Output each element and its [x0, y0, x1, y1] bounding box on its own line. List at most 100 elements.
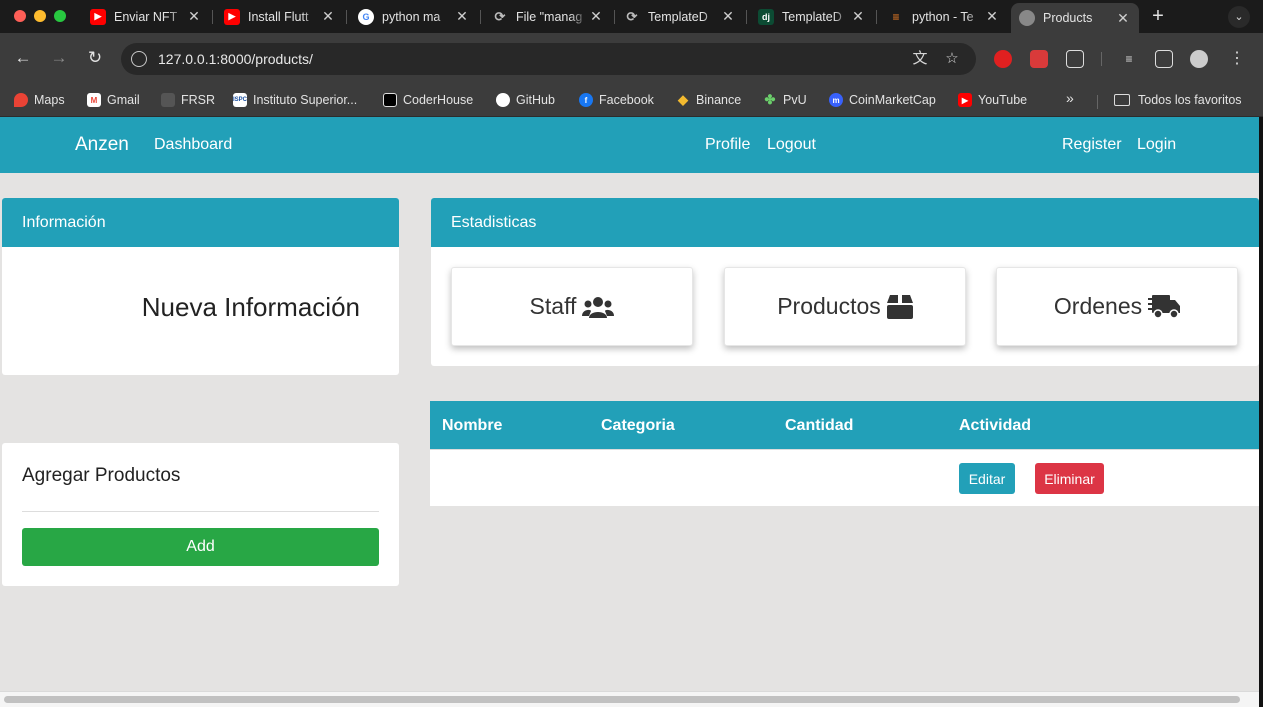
pvu-icon: ✤ — [764, 92, 776, 107]
browser-tab-strip: ▶ Enviar NFT ✕ ▶ Install Flutt ✕ G pytho… — [0, 0, 1263, 33]
stat-staff[interactable]: Staff — [451, 267, 693, 346]
browser-tab-active[interactable]: Products ✕ — [1011, 3, 1139, 33]
stats-card: Estadisticas Staff Productos Ordenes — [431, 198, 1259, 366]
site-navbar: Anzen Dashboard Profile Logout Register … — [0, 117, 1259, 173]
close-window-button[interactable] — [14, 10, 26, 22]
nav-profile[interactable]: Profile — [705, 136, 750, 154]
users-icon — [582, 296, 615, 318]
column-header-cantidad: Cantidad — [785, 417, 854, 434]
column-header-nombre: Nombre — [442, 417, 503, 434]
box-icon — [886, 294, 913, 319]
youtube-icon: ▶ — [958, 93, 972, 107]
binance-icon: ◆ — [678, 92, 688, 107]
divider — [22, 511, 379, 512]
bookmark-maps[interactable]: Maps — [14, 90, 65, 110]
coinmarketcap-icon: m — [829, 93, 843, 107]
nav-dashboard[interactable]: Dashboard — [154, 136, 232, 154]
column-header-actividad: Actividad — [959, 417, 1032, 434]
ispc-icon: ISPC — [233, 93, 247, 107]
add-product-button[interactable]: Add — [22, 528, 379, 566]
translate-icon[interactable]: 文 — [911, 50, 929, 68]
nav-login[interactable]: Login — [1137, 136, 1176, 154]
bookmark-binance[interactable]: ◆ Binance — [676, 90, 741, 110]
github-copilot-icon: ⟳ — [494, 8, 506, 24]
browser-tab[interactable]: ≡ python - Te ✕ — [880, 4, 1008, 29]
youtube-icon: ▶ — [224, 8, 240, 25]
side-panel-icon[interactable] — [1155, 50, 1173, 68]
close-tab-icon[interactable]: ✕ — [1115, 10, 1131, 27]
extension-lock-icon[interactable] — [1030, 50, 1048, 68]
bookmark-facebook[interactable]: f Facebook — [579, 90, 654, 110]
folder-icon — [1114, 94, 1130, 106]
horizontal-scrollbar[interactable] — [0, 691, 1259, 707]
gmail-icon: M — [87, 93, 101, 107]
youtube-icon: ▶ — [90, 8, 106, 25]
bookmark-frsr[interactable]: FRSR — [161, 90, 215, 110]
reload-icon[interactable]: ↻ — [84, 47, 106, 69]
bookmark-coderhouse[interactable]: CoderHouse — [383, 90, 473, 110]
browser-tab[interactable]: G python ma ✕ — [350, 4, 478, 29]
coderhouse-icon — [383, 93, 397, 107]
bookmarks-overflow-icon[interactable]: » — [1066, 90, 1074, 106]
globe-icon — [1019, 10, 1035, 26]
add-products-title: Agregar Productos — [22, 465, 181, 486]
close-tab-icon[interactable]: ✕ — [984, 8, 1000, 25]
profile-avatar[interactable] — [1190, 50, 1208, 68]
back-icon[interactable]: ← — [12, 47, 34, 69]
github-icon — [496, 93, 510, 107]
browser-tab[interactable]: ▶ Enviar NFT ✕ — [82, 4, 210, 29]
minimize-window-button[interactable] — [34, 10, 46, 22]
info-card-body: Nueva Información — [141, 292, 360, 322]
browser-tab[interactable]: ▶ Install Flutt ✕ — [216, 4, 344, 29]
truck-icon — [1148, 294, 1181, 319]
delete-button[interactable]: Eliminar — [1035, 463, 1104, 494]
info-card: Información Nueva Información — [2, 198, 399, 375]
browser-toolbar: ← → ↻ 127.0.0.1:8000/products/ 文 ☆ ≡ ⋮ — [0, 33, 1263, 83]
extension-red-icon[interactable] — [994, 50, 1012, 68]
brand-link[interactable]: Anzen — [75, 134, 129, 156]
maximize-window-button[interactable] — [54, 10, 66, 22]
site-info-icon[interactable] — [131, 51, 147, 67]
nav-register[interactable]: Register — [1062, 136, 1122, 154]
all-bookmarks-folder[interactable]: Todos los favoritos — [1114, 90, 1242, 110]
stat-productos[interactable]: Productos — [724, 267, 966, 346]
github-copilot-icon: ⟳ — [626, 8, 638, 24]
media-control-icon[interactable]: ≡ — [1120, 50, 1138, 68]
bookmarks-bar: Maps M Gmail FRSR ISPC Instituto Superio… — [0, 83, 1263, 117]
edit-button[interactable]: Editar — [959, 463, 1015, 494]
bookmark-youtube[interactable]: ▶ YouTube — [958, 90, 1027, 110]
browser-tab[interactable]: dj TemplateD ✕ — [750, 4, 874, 29]
maps-icon — [14, 93, 28, 107]
scrollbar-thumb[interactable] — [4, 696, 1240, 703]
table-row: Editar Eliminar — [430, 449, 1259, 506]
frsr-icon — [161, 93, 175, 107]
url-text[interactable]: 127.0.0.1:8000/products/ — [158, 51, 313, 67]
bookmark-coinmarketcap[interactable]: m CoinMarketCap — [829, 90, 936, 110]
extensions-puzzle-icon[interactable] — [1066, 50, 1084, 68]
close-tab-icon[interactable]: ✕ — [320, 8, 336, 25]
stat-ordenes[interactable]: Ordenes — [996, 267, 1238, 346]
window-edge — [1259, 117, 1263, 707]
close-tab-icon[interactable]: ✕ — [850, 8, 866, 25]
tab-search-icon[interactable]: ⌄ — [1228, 6, 1250, 28]
bookmark-instituto[interactable]: ISPC Instituto Superior... — [233, 90, 357, 110]
menu-kebab-icon[interactable]: ⋮ — [1228, 50, 1246, 68]
close-tab-icon[interactable]: ✕ — [186, 8, 202, 25]
close-tab-icon[interactable]: ✕ — [454, 8, 470, 25]
bookmark-github[interactable]: GitHub — [496, 90, 555, 110]
bookmark-star-icon[interactable]: ☆ — [943, 50, 961, 68]
browser-tab[interactable]: ⟳ TemplateD ✕ — [616, 4, 744, 29]
page-viewport: Anzen Dashboard Profile Logout Register … — [0, 117, 1259, 707]
address-bar[interactable]: 127.0.0.1:8000/products/ 文 ☆ — [121, 43, 976, 75]
bookmark-pvu[interactable]: ✤ PvU — [763, 90, 807, 110]
close-tab-icon[interactable]: ✕ — [588, 8, 604, 25]
close-tab-icon[interactable]: ✕ — [720, 8, 736, 25]
django-icon: dj — [758, 8, 774, 25]
products-table: Nombre Categoria Cantidad Actividad Edit… — [430, 401, 1259, 506]
nav-logout[interactable]: Logout — [767, 136, 816, 154]
new-tab-button[interactable]: + — [1148, 5, 1168, 28]
browser-tab[interactable]: ⟳ File "manag ✕ — [484, 4, 612, 29]
stackoverflow-icon: ≡ — [892, 9, 900, 24]
forward-icon[interactable]: → — [48, 47, 70, 69]
bookmark-gmail[interactable]: M Gmail — [87, 90, 140, 110]
